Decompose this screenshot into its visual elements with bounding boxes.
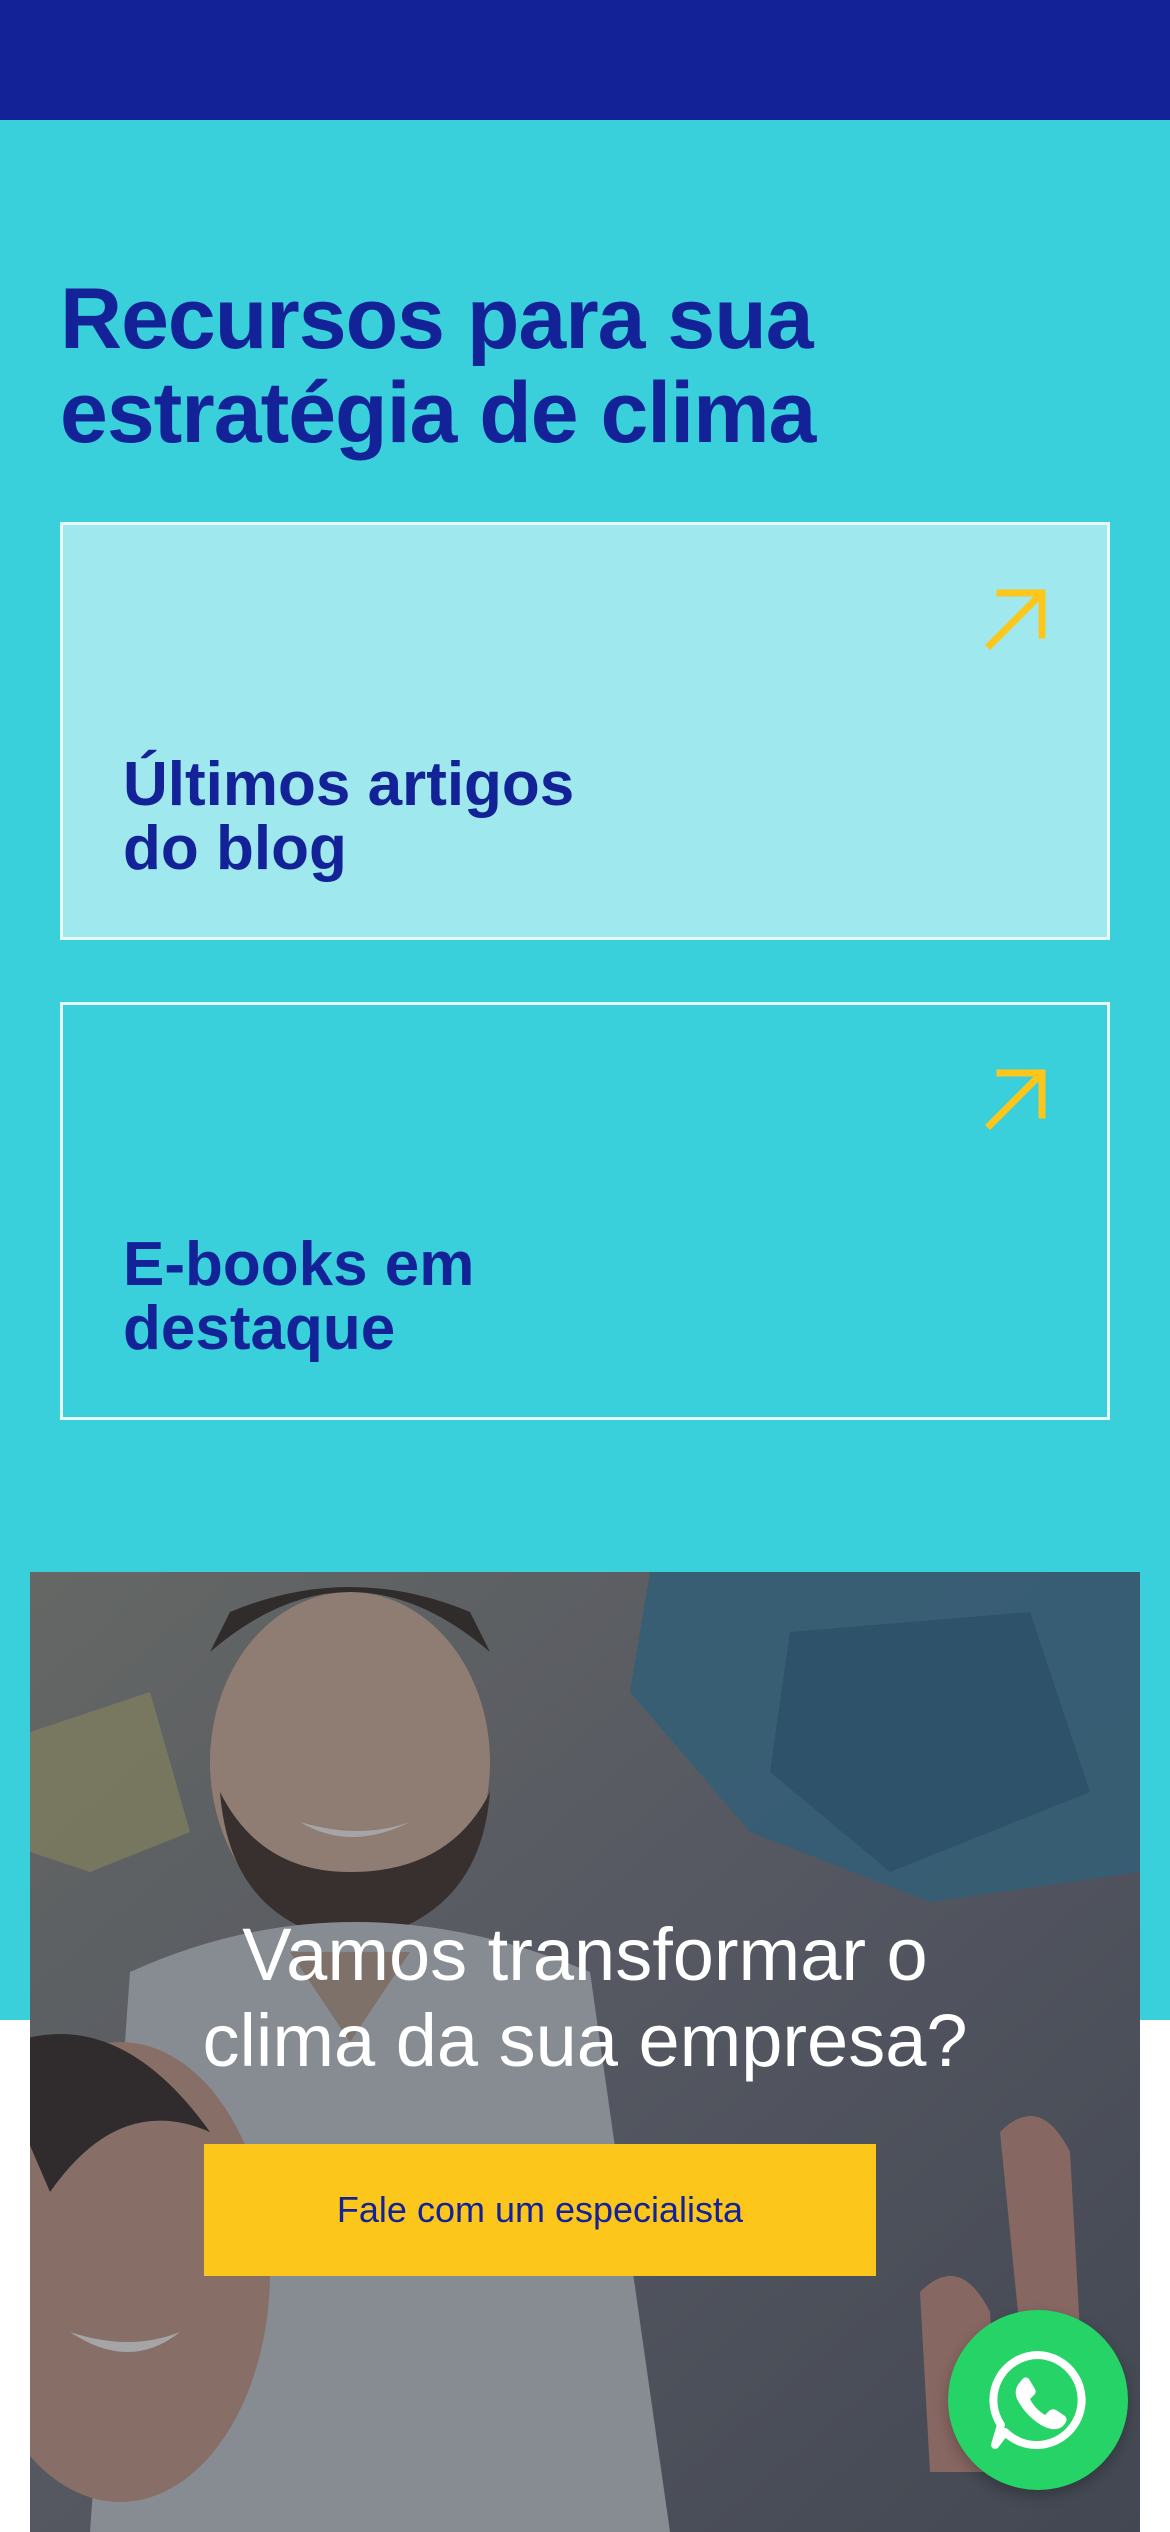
card-title-line1: E-books em (123, 1230, 475, 1299)
card-title: Últimos artigos do blog (123, 753, 683, 881)
resources-title-line2: estratégia de clima (60, 365, 816, 461)
card-featured-ebooks[interactable]: E-books em destaque (60, 1002, 1110, 1420)
resources-title-line1: Recursos para sua (60, 271, 814, 367)
whatsapp-button[interactable] (948, 2310, 1128, 2490)
talk-to-specialist-button[interactable]: Fale com um especialista (204, 2144, 876, 2276)
top-header-bar (0, 0, 1170, 120)
whatsapp-icon (989, 2351, 1086, 2449)
card-title-line2: destaque (123, 1294, 396, 1363)
cta-heading-line2: clima da sua empresa? (202, 1999, 968, 2082)
arrow-up-right-icon (985, 589, 1046, 650)
card-latest-blog-articles[interactable]: Últimos artigos do blog (60, 522, 1110, 940)
cta-heading: Vamos transformar o clima da sua empresa… (90, 1912, 1080, 2084)
resources-title: Recursos para sua estratégia de clima (60, 272, 1060, 460)
card-title-line2: do blog (123, 814, 347, 883)
arrow-up-right-icon (985, 1069, 1046, 1130)
card-title-line1: Últimos artigos (123, 750, 575, 819)
card-title: E-books em destaque (123, 1233, 683, 1361)
cta-heading-line1: Vamos transformar o (242, 1913, 928, 1996)
